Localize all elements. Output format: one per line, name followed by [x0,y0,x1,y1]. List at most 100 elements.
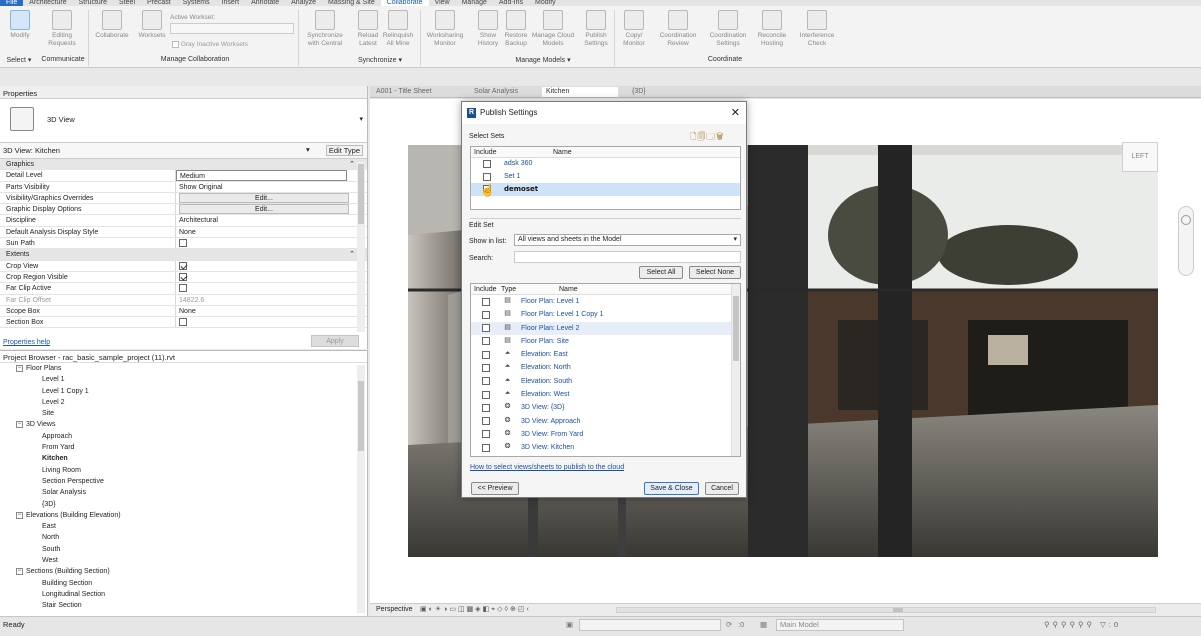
browser-item[interactable]: Solar Analysis [0,487,367,498]
include-checkbox[interactable] [482,310,490,319]
view-row[interactable]: ⏶ Elevation: East [471,348,740,361]
browser-item[interactable]: Level 1 Copy 1 [0,386,367,397]
viewcube[interactable]: LEFT [1122,142,1158,172]
edit-type-button[interactable]: Edit Type [325,145,363,156]
include-checkbox[interactable] [482,443,490,452]
properties-help-link[interactable]: Properties help [3,339,50,346]
property-value[interactable] [176,238,367,248]
view-row[interactable]: ⏶ Elevation: North [471,361,740,374]
set-toolbar-icons[interactable]: 🗋🗐🗔🗑 [690,131,724,145]
property-checkbox[interactable] [179,318,187,327]
browser-item[interactable]: West [0,555,367,566]
property-value[interactable]: Medium [176,170,347,181]
browser-item[interactable]: {3D} [0,499,367,510]
set-row[interactable]: adsk 360 [471,158,740,171]
browser-category[interactable]: − Elevations (Building Elevation) [0,510,367,521]
modify-button[interactable]: Modify [2,8,38,58]
property-value[interactable] [176,317,367,327]
collapse-icon[interactable]: ⌃ [349,159,355,170]
preview-button[interactable]: << Preview [471,482,519,495]
editing-requests-button[interactable]: Editing Requests [44,8,80,58]
view-row[interactable]: ❂ 3D View: From Yard [471,428,740,441]
include-checkbox[interactable] [482,337,490,346]
property-section[interactable]: Graphics ⌃ [0,159,367,171]
collaborate-button[interactable]: Collaborate [94,8,130,58]
tab-title-sheet[interactable]: A001 - Title Sheet [372,87,436,97]
select-all-button[interactable]: Select All [639,266,683,279]
include-checkbox[interactable] [482,430,490,439]
collapse-icon[interactable]: ⌃ [349,249,355,260]
property-value[interactable]: Edit... [176,204,367,215]
include-checkbox[interactable] [482,417,490,426]
browser-item[interactable]: From Yard [0,442,367,453]
browser-item[interactable]: Section Perspective [0,476,367,487]
property-value[interactable] [176,283,367,293]
view-row[interactable]: ▤ Floor Plan: Level 1 [471,295,740,308]
manage-cloud-models-button[interactable]: Manage Cloud Models [530,8,576,58]
view-row[interactable]: ⏶ Elevation: South [471,375,740,388]
collapse-icon[interactable]: − [16,364,23,372]
collapse-icon[interactable]: − [16,421,23,429]
worksharing-monitor-button[interactable]: Worksharing Monitor [424,8,466,58]
browser-item[interactable]: Stair Section [0,600,367,611]
browser-item[interactable]: Level 2 [0,397,367,408]
collapse-icon[interactable]: − [16,568,23,575]
property-value[interactable] [176,261,367,271]
property-value[interactable]: None [176,306,367,316]
worksets-button[interactable]: Worksets [134,8,170,58]
property-checkbox[interactable] [179,273,187,282]
views-scrollbar[interactable] [731,284,740,456]
view-row[interactable]: ▤ Floor Plan: Level 2 [471,321,740,335]
coordination-review-button[interactable]: Coordination Review [656,8,700,58]
synchronize-group[interactable]: Synchronize ▾ [340,56,420,64]
synchronize-central-button[interactable]: Synchronize with Central [304,8,346,58]
instance-selector[interactable]: 3D View: Kitchen ▾ Edit Type [0,143,367,159]
browser-category[interactable]: − Floor Plans [0,363,367,374]
worksets-icon[interactable]: ▣ [566,620,573,629]
browser-item[interactable]: East [0,521,367,532]
browser-item[interactable]: North [0,532,367,543]
browser-item[interactable]: Kitchen [0,453,367,464]
view-row[interactable]: ❂ 3D View: Kitchen [471,441,740,454]
browser-item[interactable]: Longitudinal Section [0,589,367,600]
steering-wheel-icon[interactable] [1181,215,1191,225]
copy-monitor-button[interactable]: Copy/ Monitor [616,8,652,58]
property-checkbox[interactable] [179,284,187,293]
include-checkbox[interactable] [483,172,491,181]
view-row[interactable]: ⏶ Elevation: West [471,388,740,401]
edit-button[interactable]: Edit... [179,192,349,203]
property-value[interactable]: Edit... [176,192,367,203]
apply-button[interactable]: Apply [311,335,359,347]
property-checkbox[interactable] [179,239,187,248]
include-checkbox[interactable] [482,377,490,386]
include-checkbox[interactable] [483,160,491,168]
select-none-button[interactable]: Select None [689,266,741,279]
publish-help-link[interactable]: How to select views/sheets to publish to… [470,464,624,471]
edit-button[interactable]: Edit... [179,204,349,215]
browser-item[interactable]: Living Room [0,465,367,476]
cancel-button[interactable]: Cancel [705,482,739,495]
include-checkbox[interactable] [482,324,490,333]
select-group[interactable]: Select ▾ [4,56,34,64]
tab-3d[interactable]: {3D} [628,87,650,97]
view-row[interactable]: ▤ Floor Plan: Level 1 Copy 1 [471,308,740,321]
navigation-bar[interactable] [1178,206,1194,276]
workset-select[interactable] [579,619,721,631]
manage-models-group[interactable]: Manage Models ▾ [498,56,588,64]
include-checkbox[interactable] [482,403,490,412]
include-checkbox[interactable] [482,297,490,306]
type-selector[interactable]: 3D View ▾ [0,99,367,143]
selection-filter-icons[interactable]: ⚲⚲⚲⚲⚲⚲ ▽:0 [1044,620,1121,629]
save-close-button[interactable]: Save & Close [644,482,699,495]
property-value[interactable]: Architectural [176,215,367,225]
design-option-select[interactable]: Main Model [776,619,904,631]
gray-inactive-worksets-button[interactable]: Gray Inactive Worksets [172,41,248,48]
property-value[interactable]: 14822.6 [176,295,367,305]
property-value[interactable]: None [176,227,367,237]
tab-kitchen[interactable]: Kitchen [542,87,618,97]
properties-scrollbar[interactable] [357,162,365,332]
browser-category[interactable]: −3D Views [0,419,367,430]
view-control-icons[interactable]: ▣◐☀◑▭◫▩◈◧⌖◇◊⊕◰‹ [420,604,531,616]
include-checkbox[interactable] [482,350,490,359]
property-section[interactable]: Extents ⌃ [0,249,367,261]
